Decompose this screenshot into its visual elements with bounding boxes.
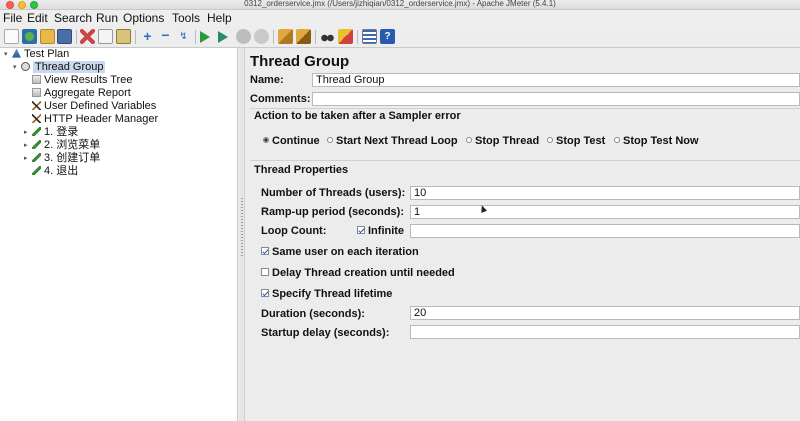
radio-unselected-icon [547,137,553,144]
menu-options[interactable]: Options [123,11,164,25]
clear-all-icon[interactable] [296,29,311,44]
tree-item-test-plan[interactable]: ▾ Test Plan [4,48,69,61]
expand-icon[interactable]: + [140,29,155,44]
tree-expand-arrow[interactable]: ▸ [24,126,32,139]
clear-icon[interactable] [278,29,293,44]
comments-label: Comments: [250,93,311,105]
toolbar: + − ↯ ? [0,26,800,48]
radio-unselected-icon [614,137,620,144]
thread-lifetime-checkbox[interactable]: Specify Thread lifetime [261,288,392,300]
controller-icon [32,126,41,136]
tree-item-login[interactable]: ▸ 1. 登录 [24,126,78,139]
listener-icon [32,87,41,97]
radio-continue[interactable]: Continue [263,135,320,147]
controller-icon [32,139,41,149]
duration-field[interactable]: 20 [410,306,800,320]
radio-stop-thread[interactable]: Stop Thread [466,135,539,147]
radio-stop-test[interactable]: Stop Test [547,135,605,147]
radio-start-next-thread-loop[interactable]: Start Next Thread Loop [327,135,458,147]
save-icon[interactable] [57,29,72,44]
tree-item-create-order[interactable]: ▸ 3. 创建订单 [24,152,100,165]
start-icon[interactable] [200,31,210,43]
menu-tools[interactable]: Tools [172,11,200,25]
templates-icon[interactable] [22,29,37,44]
tree-item-user-defined-variables[interactable]: User Defined Variables [32,100,156,113]
search-icon[interactable] [320,29,335,44]
test-plan-icon [12,48,21,58]
tree-expand-arrow[interactable]: ▸ [24,139,32,152]
thread-group-editor: Thread Group Name: Thread Group Comments… [246,48,800,421]
cut-icon[interactable] [80,29,95,44]
start-no-pause-icon[interactable] [218,31,228,43]
startup-delay-label: Startup delay (seconds): [261,327,390,339]
panel-splitter[interactable] [239,48,245,421]
tree-item-view-results-tree[interactable]: View Results Tree [32,74,132,87]
window-title: 0312_orderservice.jmx (/Users/jizhiqian/… [244,0,556,8]
startup-delay-field[interactable] [410,325,800,339]
menu-bar: File Edit Search Run Options Tools Help [0,10,800,26]
radio-stop-test-now[interactable]: Stop Test Now [614,135,699,147]
checkbox-unchecked-icon [261,268,269,277]
rampup-field[interactable]: 1 [410,205,800,219]
test-plan-tree: ▾ Test Plan ▾ Thread Group View Results Tr… [0,48,238,421]
radio-unselected-icon [466,137,472,144]
open-icon[interactable] [40,29,55,44]
checkbox-checked-icon [261,247,269,256]
function-helper-icon[interactable] [362,29,377,44]
controller-icon [32,165,41,175]
splitter-grip[interactable] [241,198,243,258]
tree-item-logout[interactable]: 4. 退出 [32,165,78,178]
delay-thread-checkbox[interactable]: Delay Thread creation until needed [261,267,455,279]
collapse-icon[interactable]: − [158,28,173,44]
tree-item-aggregate-report[interactable]: Aggregate Report [32,87,131,100]
threads-label: Number of Threads (users): [261,187,406,199]
copy-icon[interactable] [98,29,113,44]
help-icon[interactable]: ? [380,29,395,44]
loop-count-field[interactable] [410,224,800,238]
loop-count-label: Loop Count: [261,225,327,237]
checkbox-checked-icon [261,289,269,298]
tree-item-browse-menu[interactable]: ▸ 2. 浏览菜单 [24,139,100,152]
sampler-error-title: Action to be taken after a Sampler error [254,110,461,122]
threads-field[interactable]: 10 [410,186,800,200]
name-label: Name: [250,74,284,86]
page-title: Thread Group [250,53,350,70]
radio-selected-icon [263,137,269,144]
duration-label: Duration (seconds): [261,308,365,320]
toggle-icon[interactable]: ↯ [176,29,191,44]
tree-expand-arrow[interactable]: ▾ [4,48,12,61]
tree-item-thread-group[interactable]: ▾ Thread Group [13,61,106,74]
tree-expand-arrow[interactable]: ▸ [24,152,32,165]
infinite-checkbox[interactable]: Infinite [357,225,404,237]
config-icon [32,113,41,123]
menu-run[interactable]: Run [96,11,118,25]
tree-expand-arrow[interactable]: ▾ [13,61,21,74]
stop-icon[interactable] [236,29,251,44]
listener-icon [32,74,41,84]
thread-group-icon [21,61,30,71]
shutdown-icon[interactable] [254,29,269,44]
reset-search-icon[interactable] [338,29,353,44]
window-title-bar: 0312_orderservice.jmx (/Users/jizhiqian/… [0,0,800,10]
menu-help[interactable]: Help [207,11,232,25]
menu-edit[interactable]: Edit [27,11,48,25]
config-icon [32,100,41,110]
name-field[interactable]: Thread Group [312,73,800,87]
checkbox-checked-icon [357,226,365,235]
new-icon[interactable] [4,29,19,44]
thread-properties-title: Thread Properties [254,164,349,176]
comments-field[interactable] [312,92,800,106]
same-user-checkbox[interactable]: Same user on each iteration [261,246,419,258]
controller-icon [32,152,41,162]
tree-item-http-header-manager[interactable]: HTTP Header Manager [32,113,158,126]
rampup-label: Ramp-up period (seconds): [261,206,405,218]
menu-file[interactable]: File [3,11,22,25]
paste-icon[interactable] [116,29,131,44]
menu-search[interactable]: Search [54,11,92,25]
radio-unselected-icon [327,137,333,144]
